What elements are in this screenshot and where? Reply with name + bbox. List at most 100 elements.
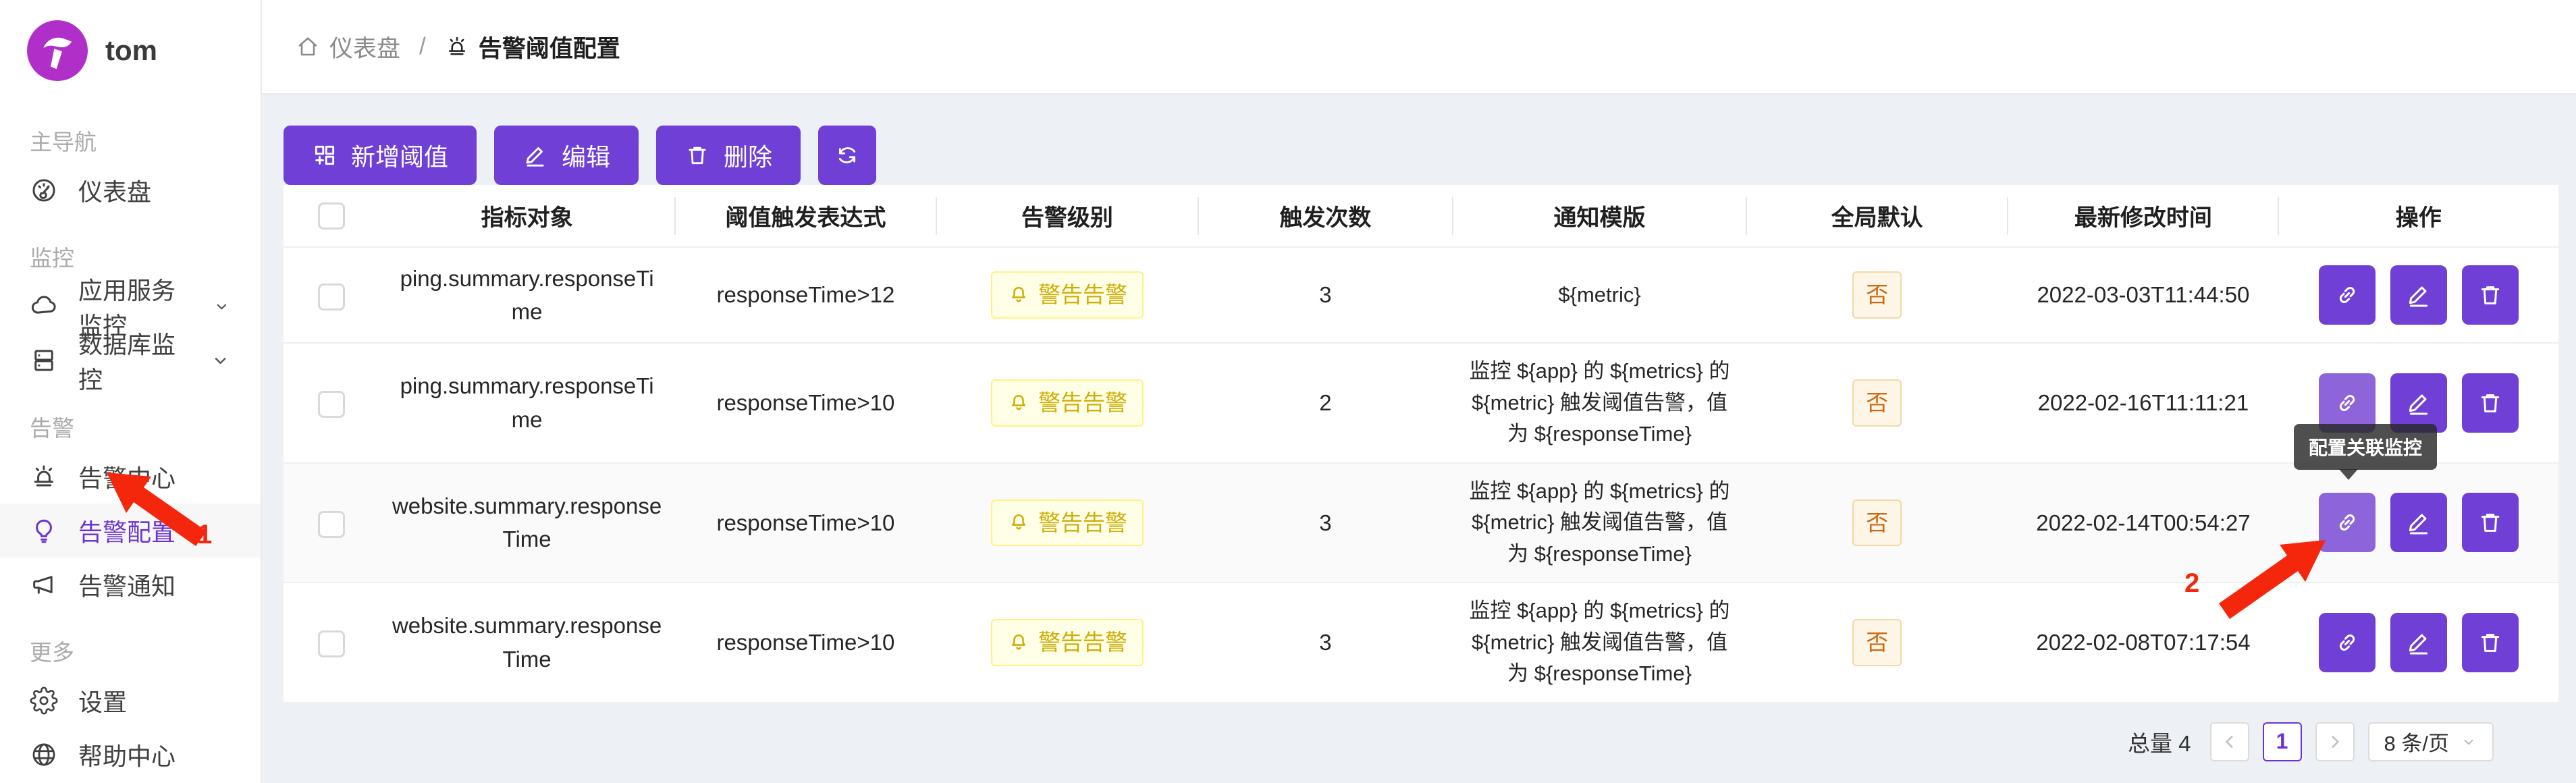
delete-row-button[interactable] xyxy=(2462,265,2519,325)
row-checkbox[interactable] xyxy=(318,391,345,418)
row-checkbox[interactable] xyxy=(318,284,345,310)
breadcrumb: 仪表盘 / 告警阈值配置 xyxy=(262,0,2576,94)
sidebar-item-dashboard[interactable]: 仪表盘 xyxy=(0,163,261,217)
edit-row-button[interactable] xyxy=(2390,613,2447,672)
edit-pencil-icon xyxy=(2405,389,2432,416)
alert-threshold-config-page: tom 主导航 仪表盘 监控 应用服务监控 数据库监控 告警 告警中心 告警配置 xyxy=(0,0,2576,783)
cell-metric: website.summary.responseTime xyxy=(379,463,675,583)
refresh-icon xyxy=(834,142,860,168)
sidebar-item-label: 告警中心 xyxy=(78,459,176,494)
sidebar-item-alert-center[interactable]: 告警中心 xyxy=(0,450,261,504)
next-page-button[interactable] xyxy=(2315,722,2355,761)
breadcrumb-divider: / xyxy=(412,33,433,60)
sidebar-section-more: 更多 xyxy=(0,612,261,674)
cell-template: ${metric} xyxy=(1453,247,1746,343)
delete-row-button[interactable] xyxy=(2462,613,2519,672)
cell-times: 2 xyxy=(1198,343,1453,463)
cell-times: 3 xyxy=(1198,583,1453,703)
toolbar: 新增阈值 编辑 删除 xyxy=(284,126,2558,185)
col-header-template: 通知模版 xyxy=(1453,185,1746,247)
edit-row-button[interactable] xyxy=(2390,265,2447,325)
link-icon xyxy=(2334,629,2361,656)
link-monitor-button[interactable] xyxy=(2319,265,2376,325)
sidebar-section-alert: 告警 xyxy=(0,387,261,450)
pagination: 总量 4 1 8 条/页 xyxy=(284,722,2494,761)
global-default-badge: 否 xyxy=(1852,379,1902,427)
select-all-checkbox[interactable] xyxy=(318,202,345,230)
trash-icon xyxy=(2477,629,2504,656)
col-header-times: 触发次数 xyxy=(1198,185,1453,247)
sidebar-item-label: 帮助中心 xyxy=(78,737,176,772)
main-area: 仪表盘 / 告警阈值配置 新增阈值 编辑 删除 xyxy=(262,0,2576,783)
threshold-table-card: 指标对象 阈值触发表达式 告警级别 触发次数 通知模版 全局默认 最新修改时间 … xyxy=(284,185,2558,703)
table-row-hovered: website.summary.responseTime responseTim… xyxy=(284,463,2558,583)
table-header-row: 指标对象 阈值触发表达式 告警级别 触发次数 通知模版 全局默认 最新修改时间 … xyxy=(284,185,2558,247)
new-threshold-button[interactable]: 新增阈值 xyxy=(284,126,477,185)
cell-expr: responseTime>12 xyxy=(675,247,937,343)
table-row: ping.summary.responseTime responseTime>1… xyxy=(284,343,2558,463)
trash-icon xyxy=(685,142,710,168)
breadcrumb-home[interactable]: 仪表盘 xyxy=(296,30,400,64)
global-default-badge: 否 xyxy=(1852,619,1902,666)
sidebar-item-alert-notice[interactable]: 告警通知 xyxy=(0,558,261,612)
cell-expr: responseTime>10 xyxy=(675,583,937,703)
page-title: 告警阈值配置 xyxy=(479,30,620,64)
cloud-icon xyxy=(30,292,58,321)
cell-updated: 2022-02-08T07:17:54 xyxy=(2008,583,2278,703)
delete-button[interactable]: 删除 xyxy=(656,126,801,185)
link-icon xyxy=(2334,389,2361,416)
cell-expr: responseTime>10 xyxy=(675,463,937,583)
delete-row-button[interactable] xyxy=(2462,493,2519,552)
warn-level-badge: 警告告警 xyxy=(991,619,1144,666)
col-header-default: 全局默认 xyxy=(1746,185,2008,247)
current-page-button[interactable]: 1 xyxy=(2263,722,2302,761)
refresh-button[interactable] xyxy=(818,126,876,185)
cell-times: 3 xyxy=(1198,463,1453,583)
link-monitor-button-hovered[interactable] xyxy=(2319,493,2376,552)
edit-pencil-icon xyxy=(2405,509,2432,536)
gear-icon xyxy=(30,686,58,715)
alarm-siren-icon xyxy=(30,462,58,491)
page-size-select[interactable]: 8 条/页 xyxy=(2368,722,2494,761)
sidebar-item-label: 告警通知 xyxy=(78,567,176,602)
link-icon xyxy=(2334,509,2361,536)
chevron-down-icon xyxy=(210,349,231,372)
cell-metric: website.summary.responseTime xyxy=(379,583,675,703)
hertzbeat-logo-icon xyxy=(27,20,88,81)
sidebar-item-label: 告警配置 xyxy=(78,513,176,548)
globe-icon xyxy=(30,740,58,769)
trash-icon xyxy=(2477,509,2504,536)
chevron-left-icon xyxy=(2220,732,2240,752)
database-icon xyxy=(30,346,58,375)
chevron-right-icon xyxy=(2325,732,2345,752)
sidebar-section-monitor: 监控 xyxy=(0,217,261,279)
sidebar-item-database-monitor[interactable]: 数据库监控 xyxy=(0,333,261,387)
row-checkbox[interactable] xyxy=(318,630,345,657)
bulb-icon xyxy=(30,516,58,545)
col-header-actions: 操作 xyxy=(2278,185,2558,247)
bell-icon xyxy=(1007,392,1030,414)
breadcrumb-current: 告警阈值配置 xyxy=(445,30,620,64)
sidebar: tom 主导航 仪表盘 监控 应用服务监控 数据库监控 告警 告警中心 告警配置 xyxy=(0,0,262,783)
sidebar-item-help-center[interactable]: 帮助中心 xyxy=(0,728,261,782)
user-profile[interactable]: tom xyxy=(0,0,261,101)
link-icon xyxy=(2334,281,2361,308)
cell-template: 监控 ${app} 的 ${metrics} 的 ${metric} 触发阈值告… xyxy=(1453,463,1746,583)
megaphone-icon xyxy=(30,570,58,599)
link-monitor-button[interactable] xyxy=(2319,613,2376,672)
sidebar-item-label: 设置 xyxy=(78,683,127,718)
edit-button[interactable]: 编辑 xyxy=(494,126,639,185)
gauge-icon xyxy=(30,176,58,205)
alarm-siren-icon xyxy=(445,34,469,59)
total-count: 总量 4 xyxy=(2128,726,2191,758)
delete-row-button[interactable] xyxy=(2462,373,2519,433)
edit-row-button[interactable] xyxy=(2390,493,2447,552)
global-default-badge: 否 xyxy=(1852,271,1902,319)
row-checkbox[interactable] xyxy=(318,511,345,538)
edit-pencil-icon xyxy=(522,142,548,168)
chevron-down-icon xyxy=(213,295,231,318)
sidebar-item-settings[interactable]: 设置 xyxy=(0,674,261,728)
prev-page-button[interactable] xyxy=(2210,722,2249,761)
sidebar-item-alert-config[interactable]: 告警配置 xyxy=(0,504,261,558)
appstore-add-icon xyxy=(312,142,338,168)
